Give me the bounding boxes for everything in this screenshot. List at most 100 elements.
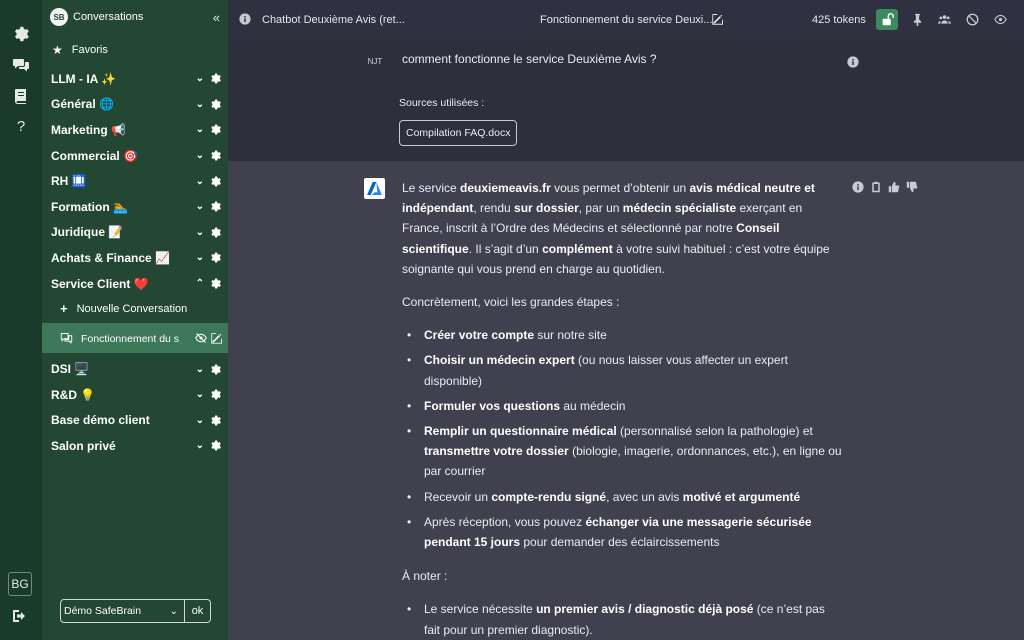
sidebar-category[interactable]: Salon privé ⌄ bbox=[42, 433, 228, 459]
settings-gear-icon[interactable] bbox=[0, 18, 42, 49]
info-icon[interactable] bbox=[852, 181, 864, 193]
sidebar-category[interactable]: Commercial 🎯 ⌄ bbox=[42, 143, 228, 169]
safebrain-logo-icon: SB bbox=[50, 8, 68, 26]
bold-text: complément bbox=[542, 241, 613, 256]
category-label: Base démo client bbox=[51, 413, 150, 428]
chevron-down-icon[interactable]: ⌄ bbox=[196, 201, 204, 212]
pin-icon[interactable] bbox=[911, 13, 924, 26]
hide-eye-icon[interactable] bbox=[195, 332, 207, 344]
text-run: . Il s’agit d’un bbox=[468, 241, 543, 256]
chevron-down-icon[interactable]: ⌄ bbox=[196, 440, 204, 451]
chevron-up-icon[interactable]: ⌃ bbox=[196, 278, 204, 289]
bold-text: motivé et argumenté bbox=[682, 489, 801, 504]
chevron-down-icon[interactable]: ⌄ bbox=[196, 124, 204, 135]
category-label: RH 🛄 bbox=[51, 174, 87, 189]
category-label: Formation 🏊 bbox=[51, 199, 128, 214]
text-run: Après réception, vous pouvez bbox=[424, 514, 586, 529]
category-settings-icon[interactable] bbox=[210, 201, 221, 212]
favorites-item[interactable]: ★ Favoris bbox=[42, 34, 228, 66]
conversation-sidebar: SB Conversations « ★ Favoris LLM - IA ✨ ⌄ G… bbox=[42, 0, 228, 640]
user-message-avatar: NJT bbox=[367, 56, 383, 66]
category-settings-icon[interactable] bbox=[210, 252, 221, 263]
category-settings-icon[interactable] bbox=[210, 99, 221, 110]
user-avatar[interactable]: BG bbox=[8, 572, 32, 596]
chevron-down-icon[interactable]: ⌄ bbox=[196, 415, 204, 426]
chevron-down-icon[interactable]: ⌄ bbox=[196, 176, 204, 187]
category-settings-icon[interactable] bbox=[210, 278, 221, 289]
bold-text: médecin spécialiste bbox=[622, 201, 737, 216]
plus-icon: + bbox=[60, 301, 68, 317]
category-label: Achats & Finance 📈 bbox=[51, 250, 170, 265]
category-settings-icon[interactable] bbox=[210, 364, 221, 375]
block-icon[interactable] bbox=[966, 13, 979, 26]
unlock-icon bbox=[882, 13, 894, 26]
category-settings-icon[interactable] bbox=[210, 124, 221, 135]
sidebar-category[interactable]: Base démo client ⌄ bbox=[42, 408, 228, 434]
sidebar-category[interactable]: RH 🛄 ⌄ bbox=[42, 168, 228, 194]
logout-icon[interactable] bbox=[12, 608, 28, 624]
answer-steps-intro: Concrètement, voici les grandes étapes : bbox=[402, 295, 620, 310]
chevron-down-icon[interactable]: ⌄ bbox=[196, 99, 204, 110]
info-icon[interactable] bbox=[239, 13, 251, 25]
thumbs-down-icon[interactable] bbox=[906, 181, 918, 193]
bold-text: un premier avis / diagnostic déjà posé bbox=[536, 602, 754, 617]
chat-main: Chatbot Deuxième Avis (ret... Fonctionne… bbox=[228, 0, 1024, 640]
category-label: DSI 🖥️ bbox=[51, 362, 90, 377]
sidebar-category[interactable]: Service Client ❤️ ⌃ bbox=[42, 271, 228, 297]
conversations-icon[interactable] bbox=[0, 49, 42, 80]
sidebar-category[interactable]: DSI 🖥️ ⌄ bbox=[42, 356, 228, 382]
bold-text: Choisir un médecin expert bbox=[424, 353, 575, 368]
azure-logo-icon bbox=[364, 178, 385, 199]
collapse-sidebar-icon[interactable]: « bbox=[213, 10, 220, 25]
answer-intro-paragraph: Le service deuxiemeavis.fr vous permet d… bbox=[402, 178, 842, 279]
sidebar-category[interactable]: Achats & Finance 📈 ⌄ bbox=[42, 245, 228, 271]
sidebar-category[interactable]: Formation 🏊 ⌄ bbox=[42, 194, 228, 220]
chevron-down-icon[interactable]: ⌄ bbox=[196, 227, 204, 238]
category-settings-icon[interactable] bbox=[210, 389, 221, 400]
workspace-value: Démo SafeBrain bbox=[64, 605, 142, 617]
source-file-chip[interactable]: Compilation FAQ.docx bbox=[399, 120, 518, 146]
sidebar-title: Conversations bbox=[73, 11, 144, 23]
chevron-down-icon[interactable]: ⌄ bbox=[196, 73, 204, 84]
text-run: Recevoir un bbox=[424, 489, 492, 504]
bold-text: Remplir un questionnaire médical bbox=[424, 424, 617, 439]
users-icon[interactable] bbox=[937, 13, 952, 26]
chatbot-title: Chatbot Deuxième Avis (ret... bbox=[262, 13, 405, 26]
assistant-message: Le service deuxiemeavis.fr vous permet d… bbox=[228, 161, 1024, 640]
chevron-down-icon[interactable]: ⌄ bbox=[196, 252, 204, 263]
book-icon[interactable] bbox=[0, 80, 42, 111]
copy-icon[interactable] bbox=[870, 181, 882, 193]
workspace-select[interactable]: Démo SafeBrain ⌄ bbox=[60, 599, 185, 623]
category-settings-icon[interactable] bbox=[210, 150, 221, 161]
answer-note-label: À noter : bbox=[402, 569, 448, 584]
thumbs-up-icon[interactable] bbox=[888, 181, 900, 193]
category-label: R&D 💡 bbox=[51, 387, 96, 402]
workspace-ok-button[interactable]: ok bbox=[185, 599, 211, 623]
sidebar-category[interactable]: LLM - IA ✨ ⌄ bbox=[42, 66, 228, 92]
new-conversation-button[interactable]: + Nouvelle Conversation bbox=[42, 296, 228, 321]
category-settings-icon[interactable] bbox=[210, 440, 221, 451]
category-settings-icon[interactable] bbox=[210, 73, 221, 84]
active-conversation-item[interactable]: Fonctionnement du s📌 bbox=[42, 323, 228, 354]
category-settings-icon[interactable] bbox=[210, 227, 221, 238]
help-icon[interactable]: ? bbox=[0, 111, 42, 142]
lock-toggle-button[interactable] bbox=[876, 9, 898, 30]
edit-title-icon[interactable] bbox=[712, 13, 724, 25]
category-label: Marketing 📢 bbox=[51, 122, 126, 137]
chevron-down-icon[interactable]: ⌄ bbox=[196, 389, 204, 400]
category-settings-icon[interactable] bbox=[210, 415, 221, 426]
sidebar-category[interactable]: Juridique 📝 ⌄ bbox=[42, 220, 228, 246]
category-settings-icon[interactable] bbox=[210, 176, 221, 187]
edit-icon[interactable] bbox=[211, 332, 223, 345]
sidebar-category[interactable]: Marketing 📢 ⌄ bbox=[42, 117, 228, 143]
eye-icon[interactable] bbox=[994, 13, 1007, 26]
text-run: pour demander des éclaircissements bbox=[520, 535, 720, 550]
message-info-icon[interactable] bbox=[847, 56, 859, 68]
chevron-down-icon[interactable]: ⌄ bbox=[196, 364, 204, 375]
text-run: vous permet d’obtenir un bbox=[550, 181, 690, 195]
workspace-selector: Démo SafeBrain ⌄ ok bbox=[60, 599, 211, 623]
chevron-down-icon[interactable]: ⌄ bbox=[196, 150, 204, 161]
conversation-bubble-icon bbox=[60, 333, 73, 345]
sidebar-category[interactable]: R&D 💡 ⌄ bbox=[42, 382, 228, 408]
sidebar-category[interactable]: Général 🌐 ⌄ bbox=[42, 92, 228, 118]
